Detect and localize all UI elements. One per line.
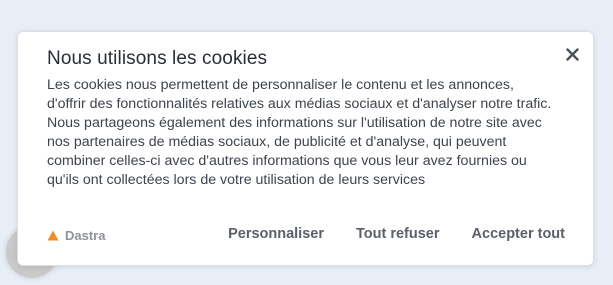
action-buttons: Personnaliser Tout refuser Accepter tout bbox=[228, 226, 565, 242]
cookie-consent-banner: Nous utilisons les cookies Les cookies n… bbox=[17, 31, 594, 266]
refuse-all-button[interactable]: Tout refuser bbox=[356, 226, 440, 242]
accept-all-button[interactable]: Accepter tout bbox=[472, 226, 565, 242]
customize-button[interactable]: Personnaliser bbox=[228, 226, 324, 242]
banner-title: Nous utilisons les cookies bbox=[47, 48, 268, 69]
brand-name: Dastra bbox=[65, 228, 106, 243]
triangle-logo-icon bbox=[47, 230, 59, 241]
banner-description: Les cookies nous permettent de personnal… bbox=[47, 77, 552, 189]
close-icon bbox=[565, 47, 579, 61]
close-button[interactable] bbox=[562, 44, 582, 64]
brand-link[interactable]: Dastra bbox=[47, 228, 105, 243]
